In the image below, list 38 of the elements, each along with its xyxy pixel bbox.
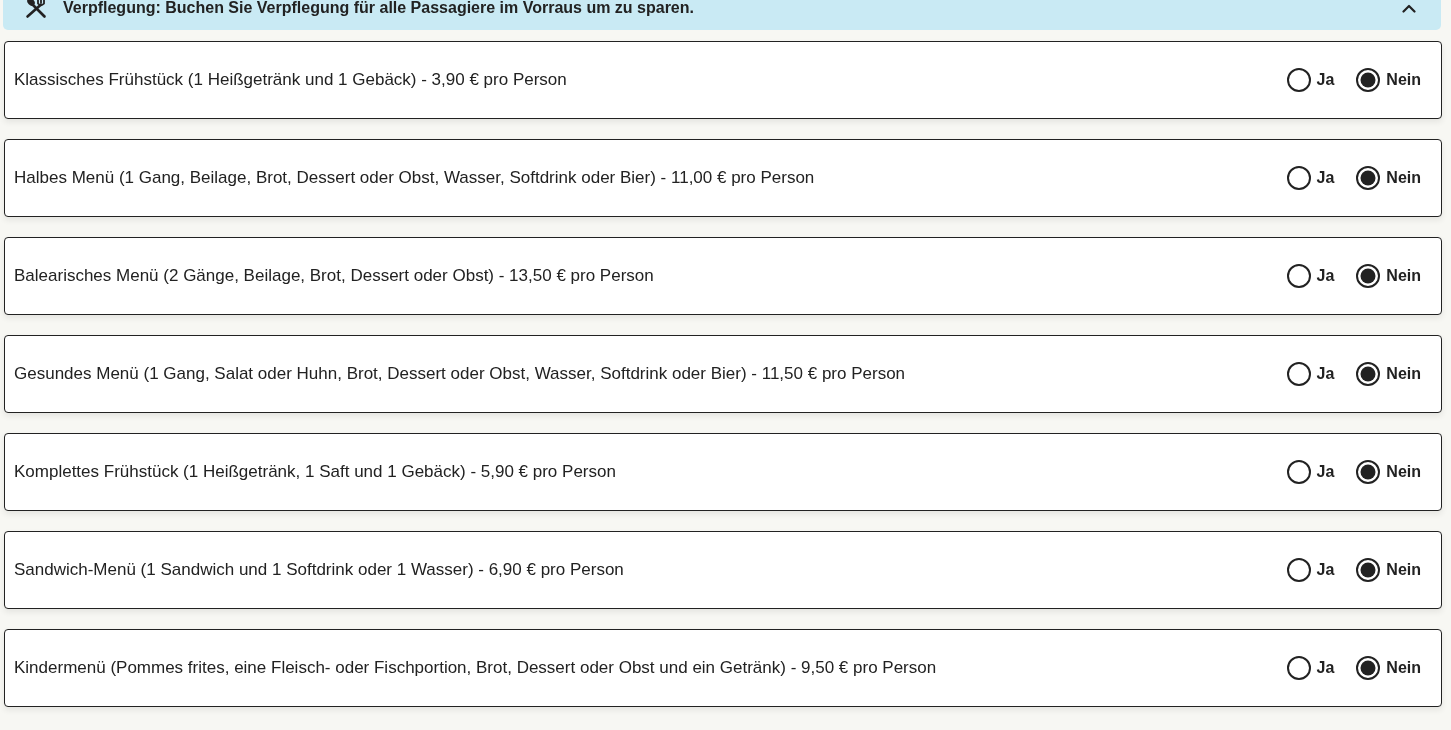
radio-unselected-icon[interactable]: [1286, 264, 1311, 288]
radio-option[interactable]: Nein: [1356, 68, 1421, 92]
radio-selected-icon[interactable]: [1356, 166, 1381, 190]
banner-title: Verpflegung: Buchen Sie Verpflegung für alle Passagiere im Vorraus um zu sparen.: [63, 0, 694, 16]
radio-unselected-icon[interactable]: [1286, 460, 1311, 484]
radio-option[interactable]: Nein: [1356, 166, 1421, 190]
radio-unselected-icon[interactable]: [1286, 558, 1311, 582]
meal-option-label: Sandwich-Menü (1 Sandwich und 1 Softdrink oder 1 Wasser) - 6,90 € pro Person: [14, 559, 625, 582]
radio-selected-icon[interactable]: [1356, 362, 1381, 386]
meal-option-label: Balearisches Menü (2 Gänge, Beilage, Brot, Dessert oder Obst) - 13,50 € pro Person: [14, 265, 655, 288]
crossed-utensils-icon: [25, 0, 47, 19]
radio-option[interactable]: Nein: [1356, 460, 1421, 484]
radio-option[interactable]: Ja: [1286, 68, 1335, 92]
radio-option[interactable]: Ja: [1286, 362, 1335, 386]
radio-unselected-icon[interactable]: [1286, 656, 1311, 680]
radio-selected-icon[interactable]: [1356, 68, 1381, 92]
radio-option[interactable]: Nein: [1356, 656, 1421, 680]
radio-option[interactable]: Ja: [1286, 558, 1335, 582]
radio-selected-icon[interactable]: [1356, 656, 1381, 680]
radio-option[interactable]: Ja: [1286, 166, 1335, 190]
radio-option[interactable]: Nein: [1356, 558, 1421, 582]
meal-option-label: Gesundes Menü (1 Gang, Salat oder Huhn, Brot, Dessert oder Obst, Wasser, Softdrink oder Bier) - 11,50 € pro Person: [14, 363, 907, 386]
meal-option-label: Komplettes Frühstück (1 Heißgetränk, 1 Saft und 1 Gebäck) - 5,90 € pro Person: [14, 461, 617, 484]
radio-selected-icon[interactable]: [1356, 460, 1381, 484]
radio-option[interactable]: Ja: [1286, 264, 1335, 288]
radio-option[interactable]: Nein: [1356, 362, 1421, 386]
radio-selected-icon[interactable]: [1356, 558, 1381, 582]
radio-unselected-icon[interactable]: [1286, 362, 1311, 386]
meal-option-label: Halbes Menü (1 Gang, Beilage, Brot, Dessert oder Obst, Wasser, Softdrink oder Bier) - 11,00 € pro Person: [14, 167, 816, 190]
meal-option-label: Kindermenü (Pommes frites, eine Fleisch- oder Fischportion, Brot, Dessert oder Obst und ein Getränk) - 9,50 € pro Person: [14, 657, 938, 680]
radio-unselected-icon[interactable]: [1286, 166, 1311, 190]
radio-unselected-icon[interactable]: [1286, 68, 1311, 92]
radio-option[interactable]: Ja: [1286, 656, 1335, 680]
radio-option[interactable]: Ja: [1286, 460, 1335, 484]
chevron-up-icon[interactable]: [1402, 3, 1416, 13]
meal-option-label: Klassisches Frühstück (1 Heißgetränk und 1 Gebäck) - 3,90 € pro Person: [14, 69, 568, 92]
radio-option[interactable]: Nein: [1356, 264, 1421, 288]
radio-selected-icon[interactable]: [1356, 264, 1381, 288]
